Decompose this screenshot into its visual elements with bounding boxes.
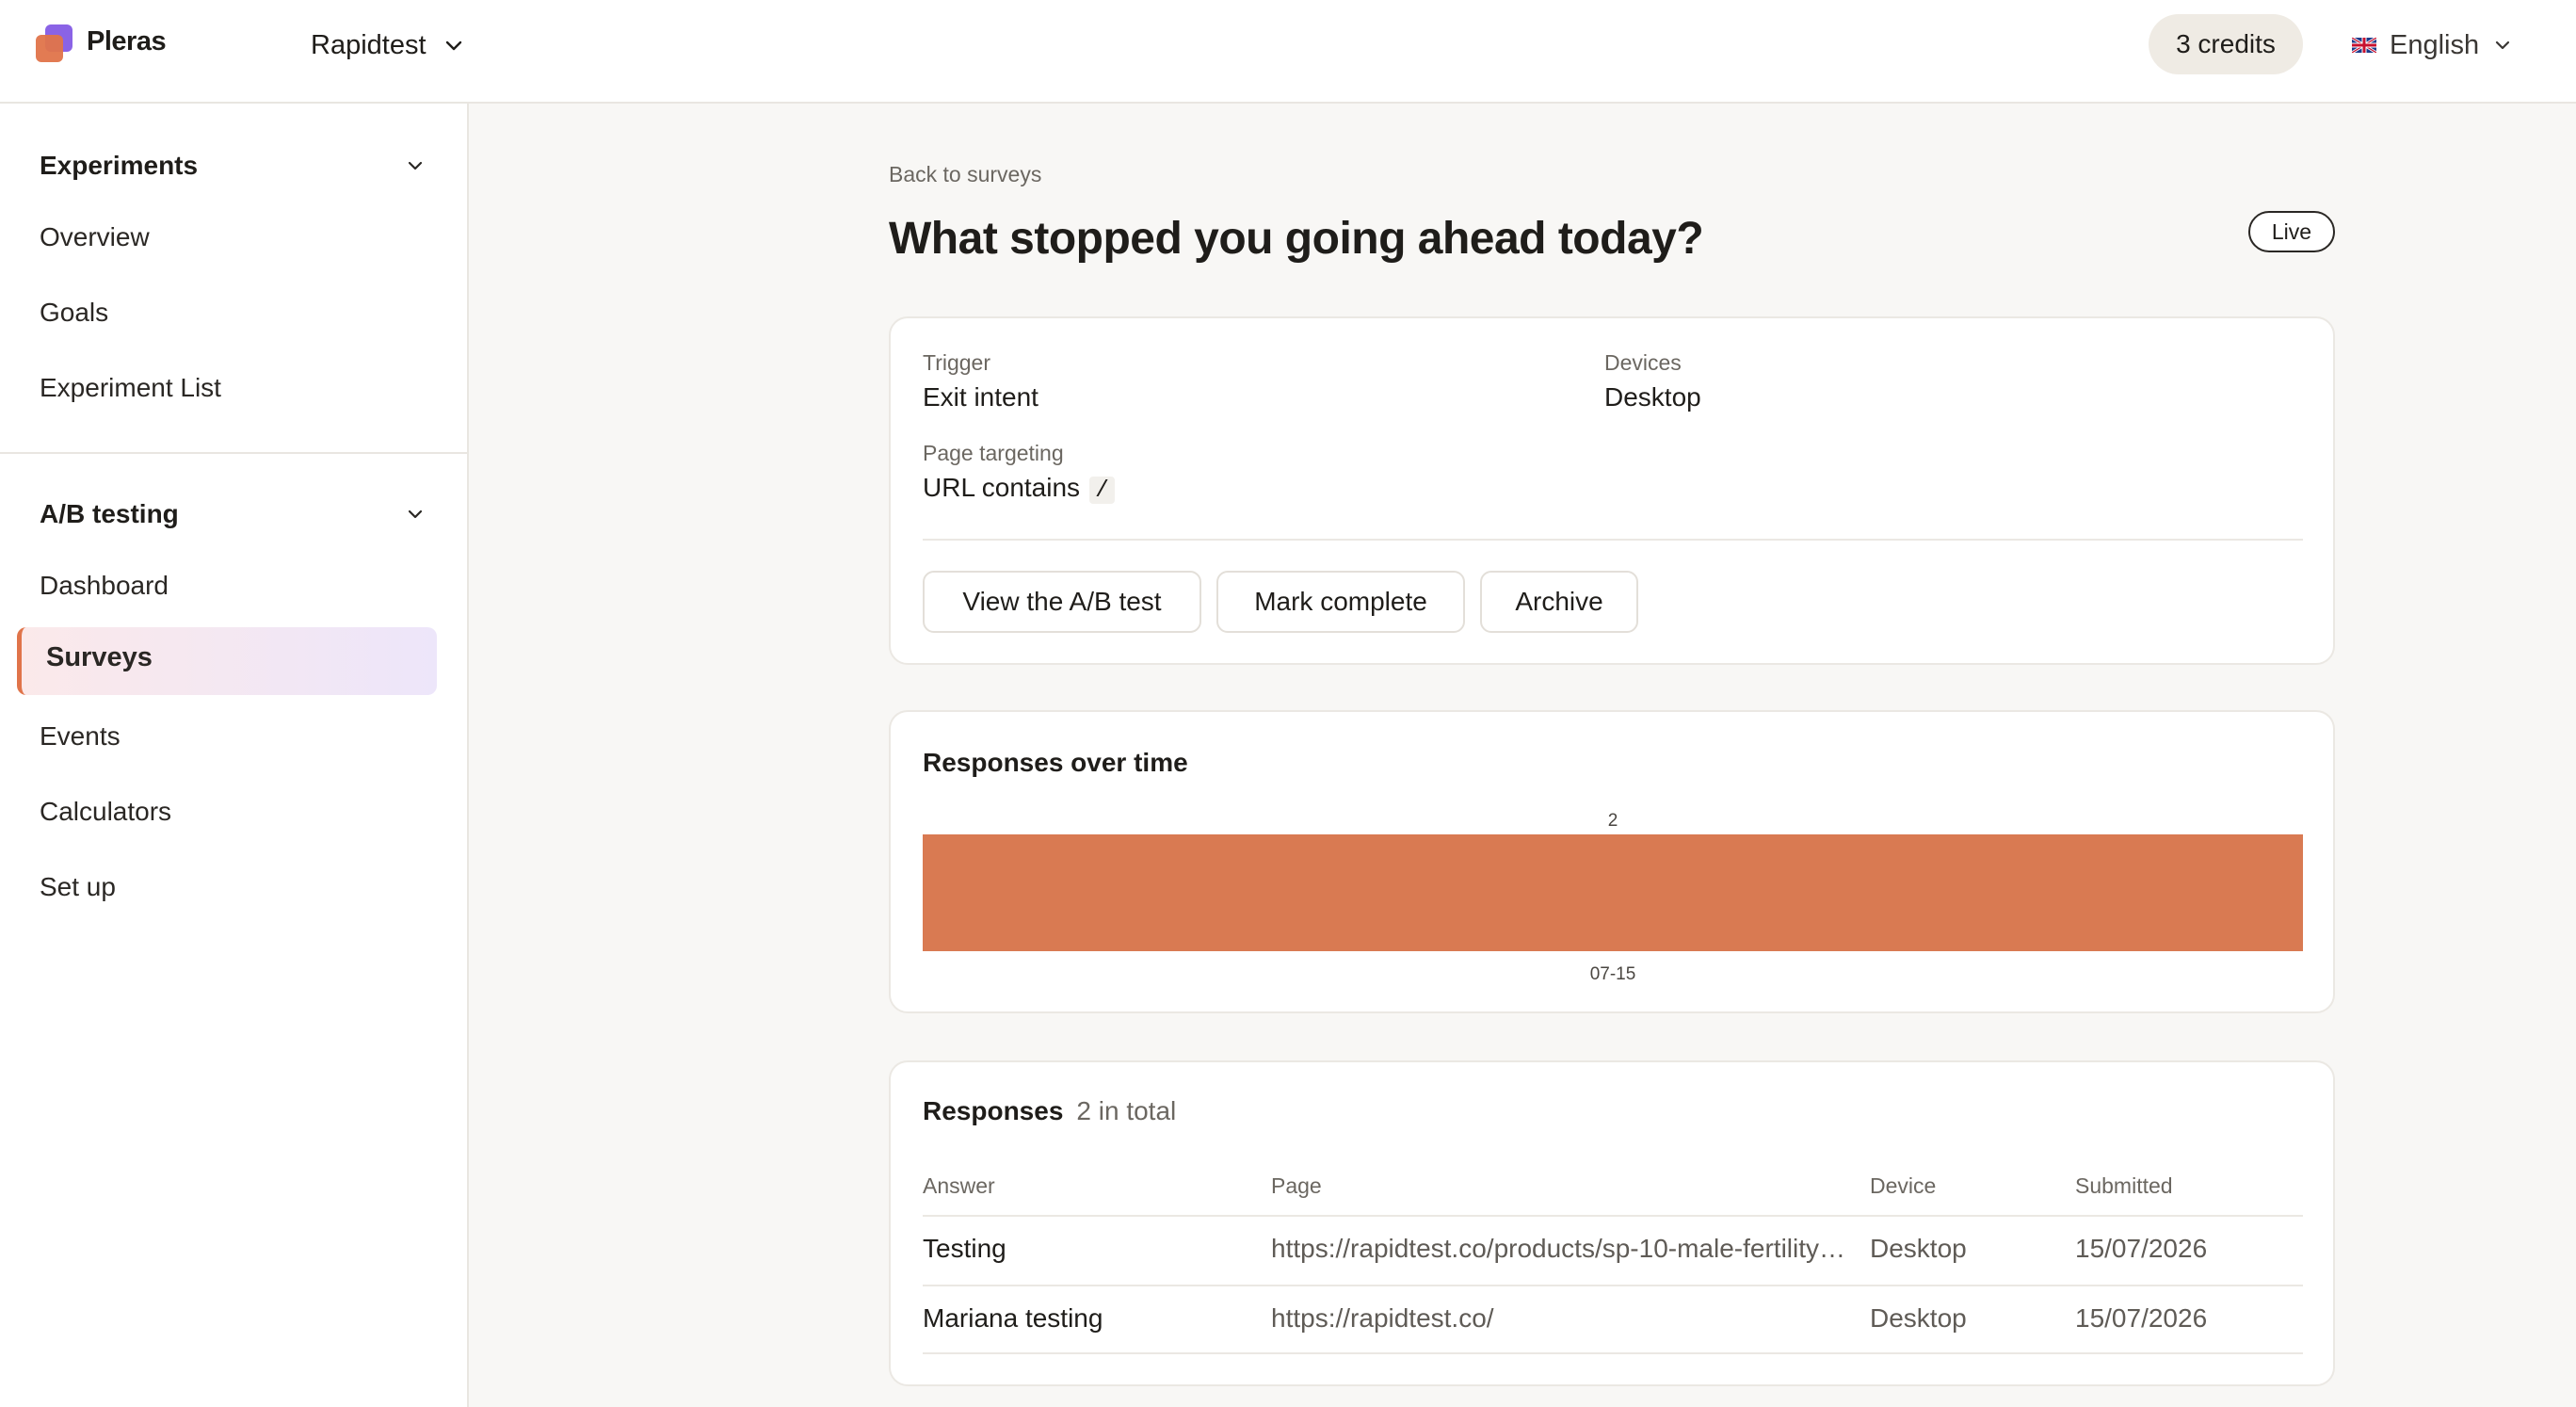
targeting-rule: URL contains — [923, 473, 1081, 502]
chart-tick-label: 07-15 — [1590, 964, 1636, 984]
archive-button[interactable]: Archive — [1480, 571, 1638, 633]
responses-heading: Responses — [923, 1096, 1064, 1125]
sidebar-item-events[interactable]: Events — [40, 718, 121, 755]
chevron-down-icon — [408, 161, 423, 170]
sidebar-item-surveys[interactable]: Surveys — [17, 627, 437, 695]
sidebar-section-experiments[interactable]: Experiments — [40, 145, 426, 186]
column-header-page[interactable]: Page — [1271, 1173, 1322, 1199]
devices-label: Devices — [1604, 350, 1682, 375]
page-cell[interactable]: https://rapidtest.co/products/sp-10-male… — [1271, 1234, 1849, 1264]
sidebar-item-goals[interactable]: Goals — [40, 294, 108, 332]
back-to-surveys-link[interactable]: Back to surveys — [889, 162, 1041, 187]
project-selector[interactable]: Rapidtest — [311, 26, 464, 64]
sidebar-item-dashboard[interactable]: Dashboard — [40, 567, 169, 605]
sidebar-divider — [0, 452, 467, 454]
page-targeting-label: Page targeting — [923, 441, 1064, 465]
answer-cell: Mariana testing — [923, 1303, 1103, 1333]
top-bar: Pleras Rapidtest 3 credits English — [0, 0, 2576, 104]
view-ab-test-button[interactable]: View the A/B test — [923, 571, 1201, 633]
credits-badge[interactable]: 3 credits — [2149, 14, 2303, 74]
language-selector[interactable]: English — [2352, 26, 2513, 64]
responses-chart: 2 07-15 — [923, 811, 2303, 984]
brand-name[interactable]: Pleras — [87, 26, 167, 57]
mark-complete-button[interactable]: Mark complete — [1216, 571, 1465, 633]
submitted-cell: 15/07/2026 — [2075, 1303, 2208, 1333]
responses-chart-card: Responses over time 2 07-15 — [889, 710, 2335, 1013]
devices-value: Desktop — [1604, 382, 1701, 412]
table-row[interactable]: Mariana testing https://rapidtest.co/ De… — [923, 1285, 2303, 1354]
language-label: English — [2390, 29, 2480, 60]
sidebar: Experiments Overview Goals Experiment Li… — [0, 104, 469, 1407]
section-title: A/B testing — [40, 499, 179, 528]
sidebar-item-label: Surveys — [46, 642, 153, 672]
card-divider — [923, 539, 2303, 541]
chevron-down-icon — [408, 509, 423, 519]
status-badge: Live — [2248, 211, 2335, 252]
section-title: Experiments — [40, 151, 199, 180]
sidebar-section-ab-testing[interactable]: A/B testing — [40, 493, 426, 535]
column-header-answer[interactable]: Answer — [923, 1173, 995, 1199]
table-row[interactable]: Testing https://rapidtest.co/products/sp… — [923, 1215, 2303, 1285]
chart-bar[interactable] — [923, 834, 2303, 951]
sidebar-item-calculators[interactable]: Calculators — [40, 793, 171, 831]
page-cell[interactable]: https://rapidtest.co/ — [1271, 1303, 1849, 1334]
sidebar-item-experiment-list[interactable]: Experiment List — [40, 369, 221, 407]
trigger-label: Trigger — [923, 350, 990, 375]
project-name: Rapidtest — [311, 29, 427, 60]
survey-settings-card: Trigger Exit intent Devices Desktop Page… — [889, 316, 2335, 665]
chart-title: Responses over time — [923, 748, 1188, 777]
responses-total: 2 in total — [1076, 1096, 1177, 1125]
pleras-logo-icon[interactable] — [36, 24, 73, 62]
page-title: What stopped you going ahead today? — [889, 214, 1704, 264]
sidebar-item-overview[interactable]: Overview — [40, 218, 150, 256]
page-targeting-value: URL contains / — [923, 473, 1116, 504]
uk-flag-icon — [2352, 38, 2376, 53]
submitted-cell: 15/07/2026 — [2075, 1234, 2208, 1263]
chart-data-label: 2 — [1608, 811, 1618, 831]
sidebar-item-set-up[interactable]: Set up — [40, 868, 116, 906]
column-header-device[interactable]: Device — [1870, 1173, 1936, 1199]
answer-cell: Testing — [923, 1234, 1006, 1263]
responses-title: Responses 2 in total — [923, 1096, 1176, 1126]
column-header-submitted[interactable]: Submitted — [2075, 1173, 2173, 1199]
chevron-down-icon — [445, 40, 461, 51]
chevron-down-icon — [2496, 40, 2510, 50]
responses-card: Responses 2 in total Answer Page Device S… — [889, 1060, 2335, 1386]
targeting-code: / — [1089, 477, 1116, 504]
trigger-value: Exit intent — [923, 382, 1038, 412]
device-cell: Desktop — [1870, 1234, 1967, 1263]
device-cell: Desktop — [1870, 1303, 1967, 1333]
